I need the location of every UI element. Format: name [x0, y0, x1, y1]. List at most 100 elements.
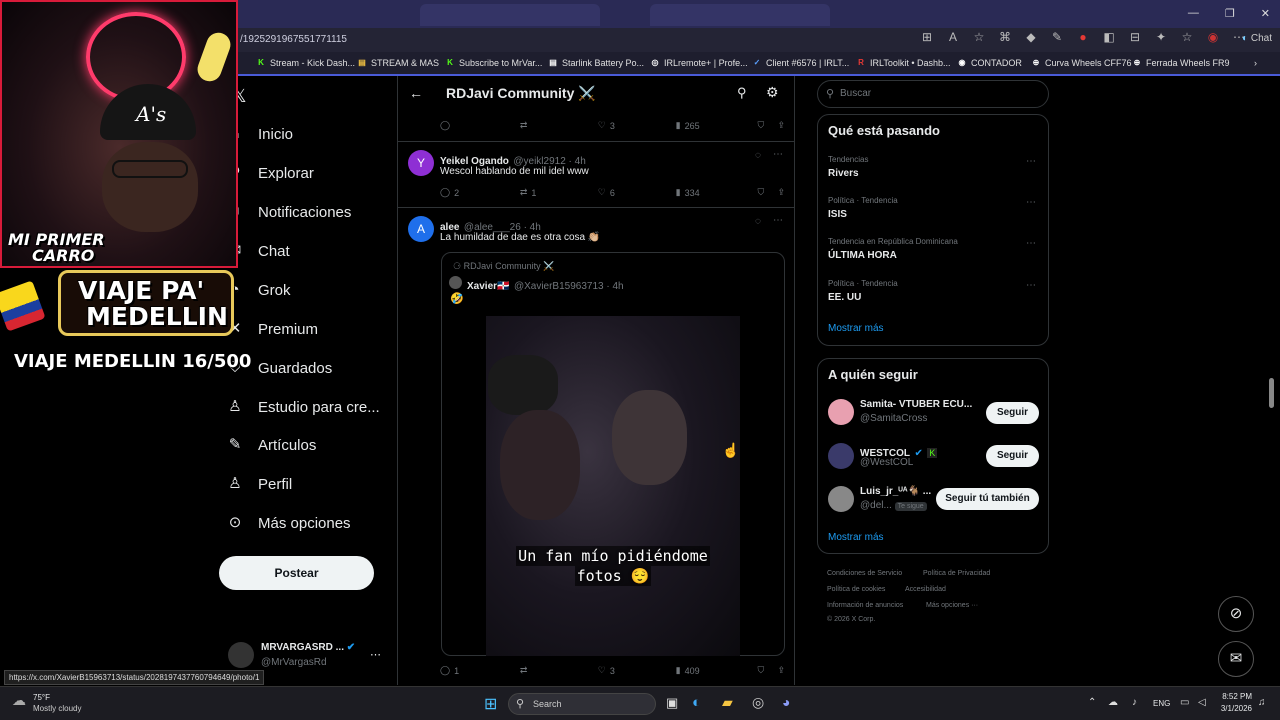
trend-more-icon[interactable]: ⋯ — [1026, 238, 1036, 249]
nav-item-explorar[interactable]: ⚲Explorar — [226, 164, 314, 182]
favorite-icon[interactable]: ☆ — [972, 30, 986, 44]
nav-item-articulos[interactable]: ✎ Artículos — [226, 436, 317, 454]
close-icon[interactable]: ✕ — [1261, 7, 1270, 20]
weather-temp[interactable]: 75°F — [33, 693, 50, 702]
avatar[interactable] — [228, 642, 254, 668]
avatar[interactable] — [828, 443, 854, 469]
bookmark-button[interactable]: ⛉ — [758, 665, 778, 676]
avatar[interactable] — [449, 276, 462, 289]
extension-icon[interactable]: ◆ — [1024, 30, 1038, 44]
nav-item-estudio[interactable]: ♙ Estudio para cre... — [226, 398, 379, 416]
extension-icon[interactable]: ✎ — [1050, 30, 1064, 44]
windows-start-icon[interactable]: ⊞ — [484, 694, 497, 714]
show-more-trends[interactable]: Mostrar más — [828, 323, 884, 334]
browser-tab[interactable] — [420, 4, 600, 26]
trend-name[interactable]: ISIS — [828, 209, 847, 220]
browser-tab[interactable] — [650, 4, 830, 26]
profile-icon[interactable]: ◉ — [1206, 30, 1220, 44]
trend-name[interactable]: ÚLTIMA HORA — [828, 250, 897, 261]
onedrive-icon[interactable]: ☁ — [1108, 697, 1118, 708]
post-button[interactable]: Postear — [219, 556, 374, 590]
like-button[interactable]: ♡ 3 — [598, 120, 676, 131]
avatar[interactable] — [828, 399, 854, 425]
reply-button[interactable]: ◯ — [440, 120, 520, 131]
trend-name[interactable]: EE. UU — [828, 292, 861, 303]
like-button[interactable]: ♡ 6 — [598, 187, 676, 198]
trend-more-icon[interactable]: ⋯ — [1026, 197, 1036, 208]
taskbar-search[interactable] — [508, 693, 656, 715]
account-more-icon[interactable]: ⋯ — [370, 648, 381, 661]
read-aloud-icon[interactable]: A — [946, 30, 960, 44]
footer-link[interactable]: Más opciones ··· — [926, 602, 978, 609]
bookmark-item[interactable]: K Stream - Kick Dash... — [256, 58, 355, 68]
bookmark-item[interactable]: ▤ STREAM & MAS — [357, 58, 439, 68]
file-explorer-icon[interactable]: ▰ — [722, 694, 733, 711]
extension-icon[interactable]: ◧ — [1102, 30, 1116, 44]
task-view-icon[interactable]: ▣ — [666, 695, 678, 711]
repost-button[interactable]: ⇄ 1 — [520, 187, 598, 198]
repost-button[interactable]: ⇄ — [520, 665, 598, 676]
repost-button[interactable]: ⇄ — [520, 120, 598, 131]
chevron-right-icon[interactable]: › — [1254, 58, 1257, 68]
search-icon[interactable]: ⚲ — [737, 85, 747, 101]
edge-icon[interactable]: ◐ — [692, 694, 701, 711]
app-icon[interactable]: ◎ — [752, 694, 764, 711]
notification-bell-icon[interactable]: ♫ — [1258, 697, 1266, 708]
network-icon[interactable]: ▭ — [1180, 697, 1189, 708]
messages-fab-icon[interactable]: ✉ — [1218, 641, 1254, 677]
trend-more-icon[interactable]: ⋯ — [1026, 280, 1036, 291]
discord-icon[interactable]: ◕ — [782, 694, 790, 710]
chevron-up-icon[interactable]: ⌃ — [1088, 697, 1096, 708]
reply-button[interactable]: ◯ 2 — [440, 187, 520, 198]
bookmark-item[interactable]: R IRLToolkit • Dashb... — [856, 58, 950, 68]
clock-time[interactable]: 8:52 PM — [1222, 692, 1252, 701]
extensions-icon[interactable]: ✦ — [1154, 30, 1168, 44]
share-button[interactable]: ⇪ — [777, 665, 785, 676]
bookmark-item[interactable]: ⊕ Curva Wheels CFF76 — [1031, 58, 1132, 68]
footer-link[interactable]: Política de Privacidad — [923, 570, 990, 577]
trend-name[interactable]: Rivers — [828, 168, 859, 179]
grok-fab-icon[interactable]: ⊘ — [1218, 596, 1254, 632]
share-button[interactable]: ⇪ — [777, 120, 785, 131]
apps-icon[interactable]: ⊞ — [920, 30, 934, 44]
follow-button[interactable]: Seguir — [986, 445, 1039, 467]
bookmark-item[interactable]: ⊕ Ferrada Wheels FR9 — [1132, 58, 1230, 68]
quote-community[interactable]: ⚆ RDJavi Community ⚔️ — [453, 261, 554, 272]
footer-link[interactable]: Política de cookies — [827, 586, 885, 593]
share-button[interactable]: ⇪ — [777, 187, 785, 198]
quote-author-name[interactable]: Xavier🇩🇴 — [467, 281, 509, 292]
bookmark-item[interactable]: ◉ CONTADOR — [957, 58, 1022, 68]
bookmark-item[interactable]: ◎ IRLremote+ | Profe... — [650, 58, 748, 68]
gear-icon[interactable]: ⚙ — [766, 84, 779, 101]
clock-date[interactable]: 3/1/2026 — [1218, 704, 1252, 713]
back-arrow-icon[interactable]: ← — [409, 85, 423, 101]
reply-button[interactable]: ◯ 1 — [440, 665, 520, 676]
nav-item-perfil[interactable]: ♙ Perfil — [226, 475, 292, 493]
bookmark-item[interactable]: ✓ Client #6576 | IRLT... — [752, 58, 850, 68]
avatar[interactable]: Y — [408, 150, 434, 176]
extension-icon[interactable]: ⊟ — [1128, 30, 1142, 44]
views-button[interactable]: ▮ 265 — [676, 120, 758, 131]
bookmark-item[interactable]: ▤ Starlink Battery Po... — [548, 58, 644, 68]
weather-icon[interactable]: ☁ — [12, 692, 26, 709]
follow-name[interactable]: Samita- VTUBER ECU... — [860, 399, 972, 410]
language-indicator[interactable]: ENG — [1153, 699, 1170, 708]
favorites-icon[interactable]: ☆ — [1180, 30, 1194, 44]
like-button[interactable]: ♡ 3 — [598, 665, 676, 676]
nav-item-premium[interactable]: ✕ Premium — [226, 320, 318, 338]
maximize-icon[interactable]: ❐ — [1225, 7, 1235, 20]
nav-item-mas-opciones[interactable]: ⊙ Más opciones — [226, 514, 351, 532]
grok-icon[interactable]: ◌ — [755, 216, 761, 227]
post-more-icon[interactable]: ⋯ — [773, 149, 783, 160]
extension-icon[interactable]: ● — [1076, 30, 1090, 44]
mic-icon[interactable]: ♪ — [1132, 697, 1137, 708]
grok-icon[interactable]: ◌ — [755, 150, 761, 161]
bookmark-item[interactable]: K Subscribe to MrVar... — [445, 58, 542, 68]
trend-more-icon[interactable]: ⋯ — [1026, 156, 1036, 167]
follow-name[interactable]: Luis_jr_ᵁᴬ🐐 ... — [860, 486, 931, 497]
show-more-follow[interactable]: Mostrar más — [828, 532, 884, 543]
quote-author-handle[interactable]: @XavierB15963713 · 4h — [514, 281, 624, 292]
extension-icon[interactable]: ⌘ — [998, 30, 1012, 44]
minimize-icon[interactable]: — — [1188, 7, 1199, 20]
avatar[interactable] — [828, 486, 854, 512]
